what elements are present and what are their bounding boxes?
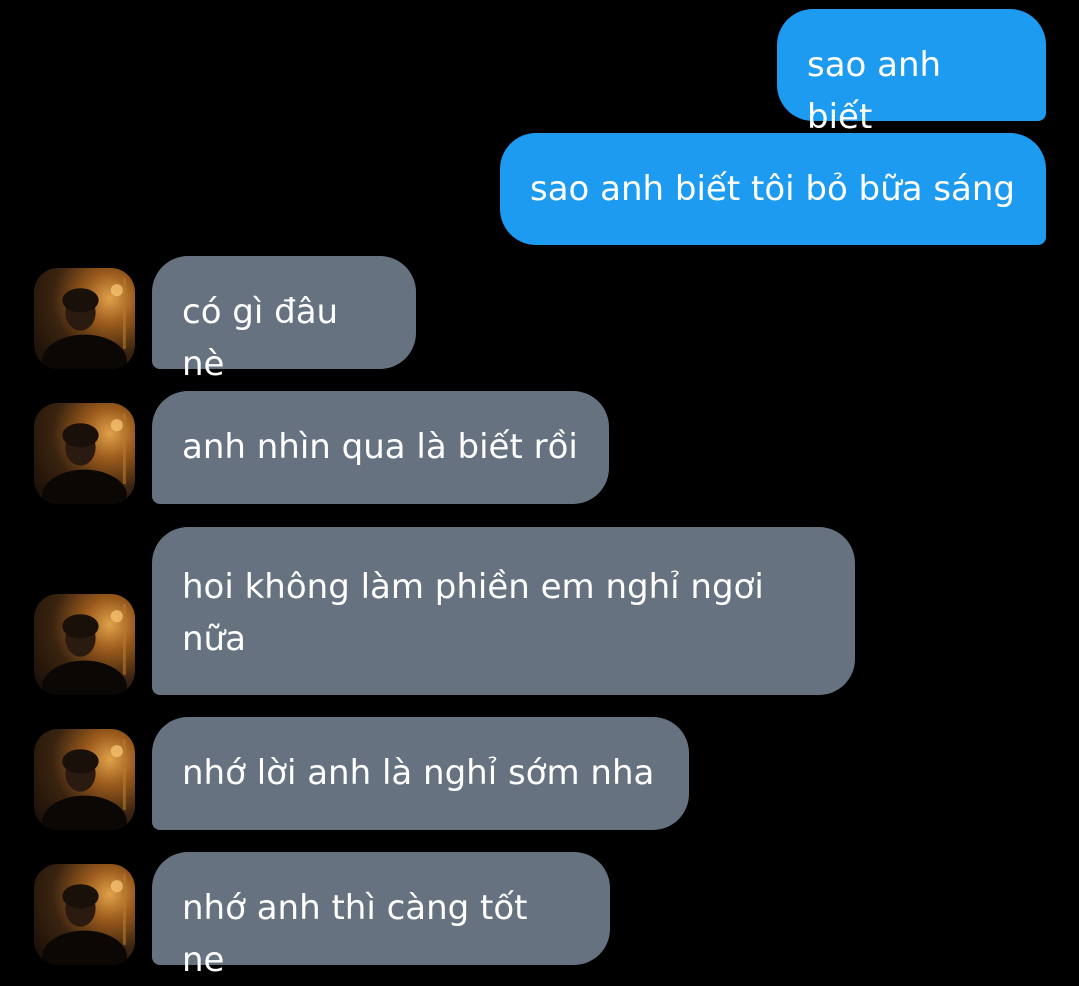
contact-avatar-icon[interactable] (34, 268, 135, 369)
contact-avatar-icon[interactable] (34, 594, 135, 695)
sent-message-bubble[interactable]: sao anh biết tôi bỏ bữa sáng (500, 133, 1046, 245)
received-message-bubble[interactable]: có gì đâu nè (152, 256, 416, 384)
sent-message-bubble[interactable]: sao anh biết (777, 9, 1046, 137)
contact-avatar-icon[interactable] (34, 403, 135, 504)
contact-avatar-icon[interactable] (34, 729, 135, 830)
contact-avatar-icon[interactable] (34, 864, 135, 965)
received-message-bubble[interactable]: hoi không làm phiền em nghỉ ngơi nữa (152, 527, 855, 695)
received-message-bubble[interactable]: nhớ lời anh là nghỉ sớm nha (152, 717, 689, 830)
received-message-bubble[interactable]: nhớ anh thì càng tốt ne (152, 852, 610, 980)
received-message-bubble[interactable]: anh nhìn qua là biết rồi (152, 391, 609, 504)
